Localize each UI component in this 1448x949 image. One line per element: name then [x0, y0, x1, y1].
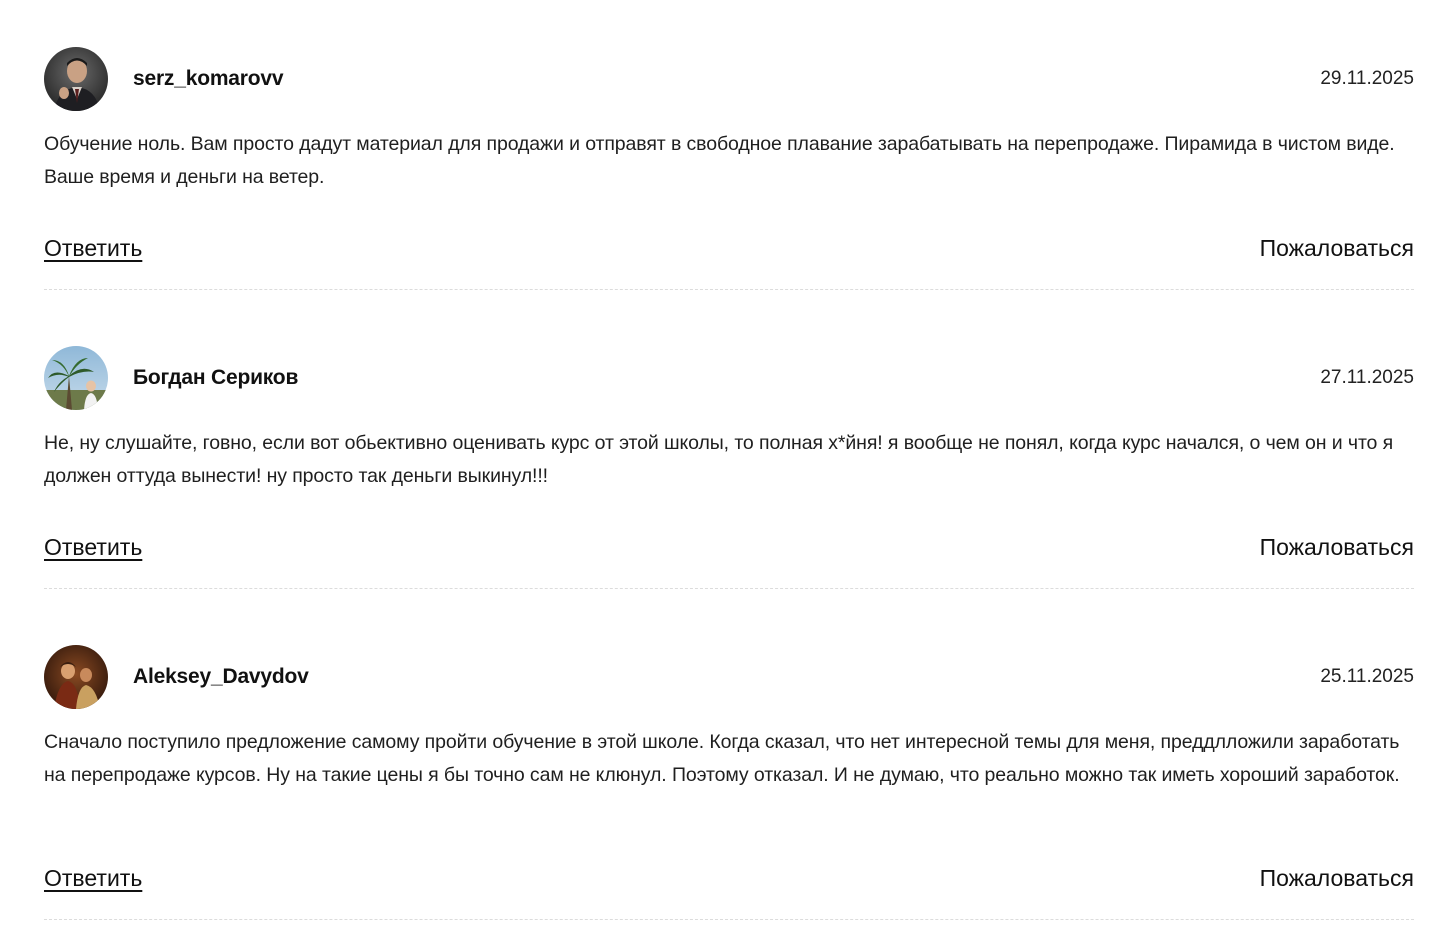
report-link[interactable]: Пожаловаться: [1260, 235, 1414, 262]
comment-header: Aleksey_Davydov 25.11.2025: [44, 644, 1414, 710]
avatar[interactable]: [44, 645, 108, 709]
comment-divider: [44, 289, 1414, 290]
reply-link[interactable]: Ответить: [44, 534, 142, 561]
report-link[interactable]: Пожаловаться: [1260, 534, 1414, 561]
comment-author: serz_komarovv: [133, 67, 284, 90]
avatar[interactable]: [44, 346, 108, 410]
comment-item: serz_komarovv 29.11.2025 Обучение ноль. …: [44, 46, 1414, 290]
report-link[interactable]: Пожаловаться: [1260, 865, 1414, 892]
painting-photo-avatar-icon: [44, 645, 108, 709]
comment-item: Aleksey_Davydov 25.11.2025 Сначало посту…: [44, 644, 1414, 920]
comment-header: serz_komarovv 29.11.2025: [44, 46, 1414, 112]
comment-header: Богдан Сериков 27.11.2025: [44, 345, 1414, 411]
reply-link[interactable]: Ответить: [44, 865, 142, 892]
comment-divider: [44, 919, 1414, 920]
comment-text: Сначало поступило предложение самому про…: [44, 731, 1400, 786]
reply-link[interactable]: Ответить: [44, 235, 142, 262]
comment-author: Aleksey_Davydov: [133, 665, 309, 688]
comment-author: Богдан Сериков: [133, 366, 299, 389]
comment-text: Обучение ноль. Вам просто дадут материал…: [44, 133, 1395, 188]
comment-date: 29.11.2025: [1320, 68, 1414, 89]
comment-date: 25.11.2025: [1320, 666, 1414, 687]
comments-list: serz_komarovv 29.11.2025 Обучение ноль. …: [0, 0, 1448, 949]
comment-text: Не, ну слушайте, говно, если вот обьекти…: [44, 432, 1394, 487]
comment-date: 27.11.2025: [1320, 367, 1414, 388]
palm-tree-photo-avatar-icon: [44, 346, 108, 410]
comment-divider: [44, 588, 1414, 589]
avatar[interactable]: [44, 47, 108, 111]
person-photo-avatar-icon: [44, 47, 108, 111]
comment-item: Богдан Сериков 27.11.2025 Не, ну слушайт…: [44, 345, 1414, 589]
